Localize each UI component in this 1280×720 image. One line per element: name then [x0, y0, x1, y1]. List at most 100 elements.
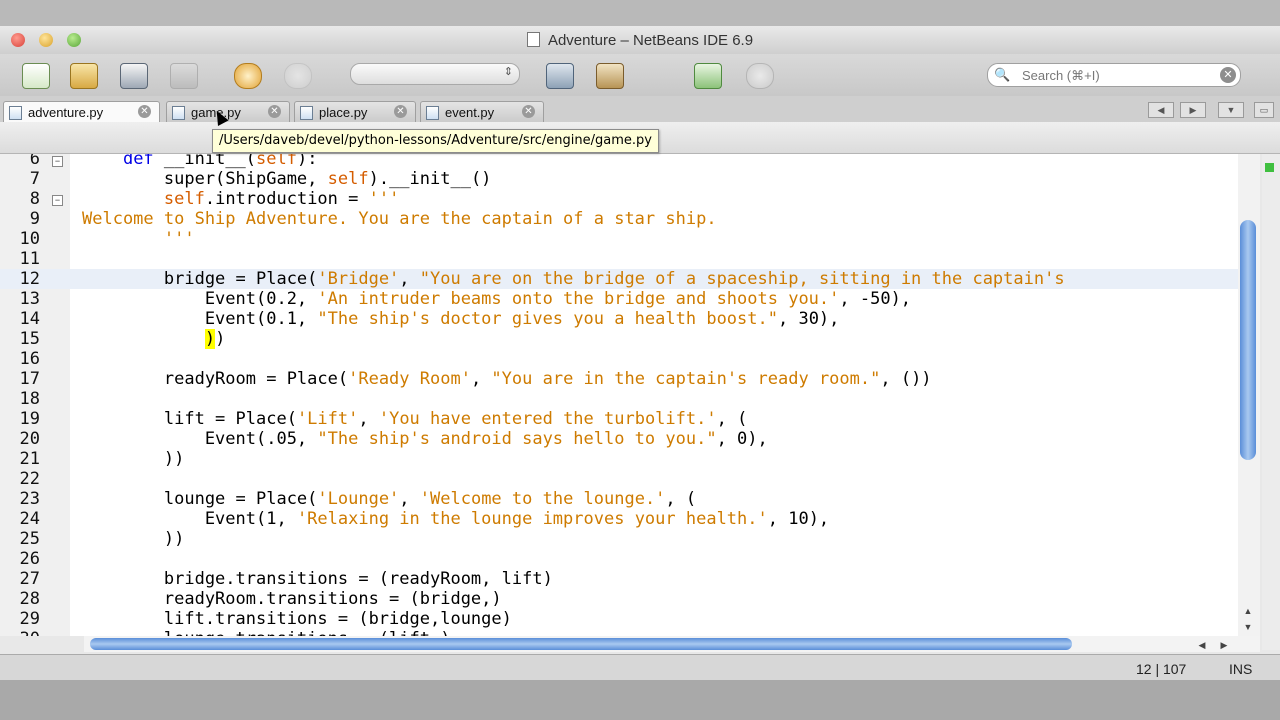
python-file-icon [172, 106, 185, 120]
title-bar: Adventure – NetBeans IDE 6.9 [0, 26, 1280, 54]
undo-icon[interactable] [234, 63, 262, 89]
scroll-tabs-left-icon[interactable]: ◀ [1148, 102, 1174, 118]
close-tab-icon[interactable]: ✕ [522, 105, 535, 118]
redo-icon[interactable] [284, 63, 312, 89]
clear-search-icon[interactable]: ✕ [1220, 67, 1236, 83]
python-file-icon [426, 106, 439, 120]
line-number: 28 [19, 589, 40, 609]
code-line[interactable]: 13 Event(0.2, 'An intruder beams onto th… [0, 289, 1260, 309]
code-text: Event(0.2, 'An intruder beams onto the b… [82, 289, 912, 309]
fold-marker-icon[interactable]: − [52, 156, 63, 167]
line-number: 6 [29, 154, 40, 169]
code-line[interactable]: 22 [0, 469, 1260, 489]
code-line[interactable]: 18 [0, 389, 1260, 409]
code-text: readyRoom = Place('Ready Room', "You are… [82, 369, 932, 389]
line-number: 11 [19, 249, 40, 269]
code-line[interactable]: 28 readyRoom.transitions = (bridge,) [0, 589, 1260, 609]
scroll-tabs-right-icon[interactable]: ▶ [1180, 102, 1206, 118]
tab-place[interactable]: place.py ✕ [294, 101, 416, 122]
line-number: 19 [19, 409, 40, 429]
clean-build-icon[interactable] [596, 63, 624, 89]
code-text: bridge = Place('Bridge', "You are on the… [82, 269, 1065, 289]
close-tab-icon[interactable]: ✕ [394, 105, 407, 118]
code-line[interactable]: 6 def __init__(self): [0, 154, 1260, 169]
tab-adventure[interactable]: adventure.py ✕ [3, 101, 160, 122]
code-line[interactable]: 17 readyRoom = Place('Ready Room', "You … [0, 369, 1260, 389]
code-line[interactable]: 10 ''' [0, 229, 1260, 249]
caret-position: 12 | 107 [1136, 661, 1187, 677]
close-tab-icon[interactable]: ✕ [138, 105, 151, 118]
build-icon[interactable] [546, 63, 574, 89]
no-errors-icon [1265, 163, 1274, 172]
scroll-left-icon[interactable]: ◀ [1194, 638, 1210, 652]
window-title: Adventure – NetBeans IDE 6.9 [0, 32, 1280, 49]
code-text: lift = Place('Lift', 'You have entered t… [82, 409, 748, 429]
combo-arrows-icon: ⇕ [503, 66, 513, 78]
line-number: 16 [19, 349, 40, 369]
maximize-editor-icon[interactable]: ▭ [1254, 102, 1274, 118]
code-line[interactable]: 8 self.introduction = ''' [0, 189, 1260, 209]
code-line[interactable]: 12 bridge = Place('Bridge', "You are on … [0, 269, 1260, 289]
code-line[interactable]: 11 [0, 249, 1260, 269]
code-text: lounge = Place('Lounge', 'Welcome to the… [82, 489, 697, 509]
line-number: 20 [19, 429, 40, 449]
code-editor[interactable]: 6 def __init__(self): 7 super(ShipGame, s… [0, 154, 1260, 636]
code-line[interactable]: 20 Event(.05, "The ship's android says h… [0, 429, 1260, 449]
search-box[interactable]: 🔍 Search (⌘+I) ✕ [987, 63, 1241, 87]
new-project-icon[interactable] [70, 63, 98, 89]
line-number: 24 [19, 509, 40, 529]
scroll-up-icon[interactable]: ▲ [1240, 604, 1256, 618]
vertical-scroll-thumb[interactable] [1240, 220, 1256, 460]
tab-event[interactable]: event.py ✕ [420, 101, 544, 122]
code-line[interactable]: 21 )) [0, 449, 1260, 469]
code-line[interactable]: 14 Event(0.1, "The ship's doctor gives y… [0, 309, 1260, 329]
code-line[interactable]: 19 lift = Place('Lift', 'You have entere… [0, 409, 1260, 429]
code-line[interactable]: 23 lounge = Place('Lounge', 'Welcome to … [0, 489, 1260, 509]
profile-icon[interactable] [746, 63, 774, 89]
code-text: lounge.transitions = (lift,) [82, 629, 451, 636]
code-line[interactable]: 30 lounge.transitions = (lift,) [0, 629, 1260, 636]
document-icon [526, 32, 540, 47]
line-number: 7 [29, 169, 40, 189]
code-line[interactable]: 7 super(ShipGame, self).__init__() [0, 169, 1260, 189]
code-text: def __init__(self): [122, 154, 318, 169]
line-number: 17 [19, 369, 40, 389]
new-file-icon[interactable] [22, 63, 50, 89]
line-number: 8 [29, 189, 40, 209]
search-icon: 🔍 [994, 67, 1011, 82]
tab-list-icon[interactable]: ▼ [1218, 102, 1244, 118]
code-line[interactable]: 16 [0, 349, 1260, 369]
code-text: )) [82, 449, 185, 469]
code-line[interactable]: 29 lift.transitions = (bridge,lounge) [0, 609, 1260, 629]
code-text: readyRoom.transitions = (bridge,) [82, 589, 502, 609]
code-text: Welcome to Ship Adventure. You are the c… [82, 209, 717, 229]
fold-marker-icon[interactable]: − [52, 195, 63, 206]
scroll-right-icon[interactable]: ▶ [1216, 638, 1232, 652]
code-line[interactable]: 15 )) [0, 329, 1260, 349]
line-number: 25 [19, 529, 40, 549]
code-text: Event(1, 'Relaxing in the lounge improve… [82, 509, 830, 529]
line-number: 26 [19, 549, 40, 569]
code-line[interactable]: 26 [0, 549, 1260, 569]
code-line[interactable]: 27 bridge.transitions = (readyRoom, lift… [0, 569, 1260, 589]
code-text: )) [82, 529, 185, 549]
line-number: 29 [19, 609, 40, 629]
file-path-tooltip: /Users/daveb/devel/python-lessons/Advent… [212, 129, 659, 153]
desktop-background [0, 680, 1280, 720]
debug-icon[interactable] [694, 63, 722, 89]
close-tab-icon[interactable]: ✕ [268, 105, 281, 118]
line-number: 15 [19, 329, 40, 349]
open-project-icon[interactable] [120, 63, 148, 89]
horizontal-scroll-thumb[interactable] [90, 638, 1072, 650]
error-stripe [1262, 154, 1280, 650]
code-line[interactable]: 24 Event(1, 'Relaxing in the lounge impr… [0, 509, 1260, 529]
code-text: self.introduction = ''' [163, 189, 400, 209]
code-text: lift.transitions = (bridge,lounge) [82, 609, 512, 629]
code-line[interactable]: 9 Welcome to Ship Adventure. You are the … [0, 209, 1260, 229]
configuration-combo[interactable]: ⇕ [350, 63, 520, 85]
code-line[interactable]: 25 )) [0, 529, 1260, 549]
scroll-down-icon[interactable]: ▼ [1240, 620, 1256, 634]
code-text: Event(.05, "The ship's android says hell… [82, 429, 768, 449]
insert-mode: INS [1229, 661, 1253, 677]
save-all-icon[interactable] [170, 63, 198, 89]
